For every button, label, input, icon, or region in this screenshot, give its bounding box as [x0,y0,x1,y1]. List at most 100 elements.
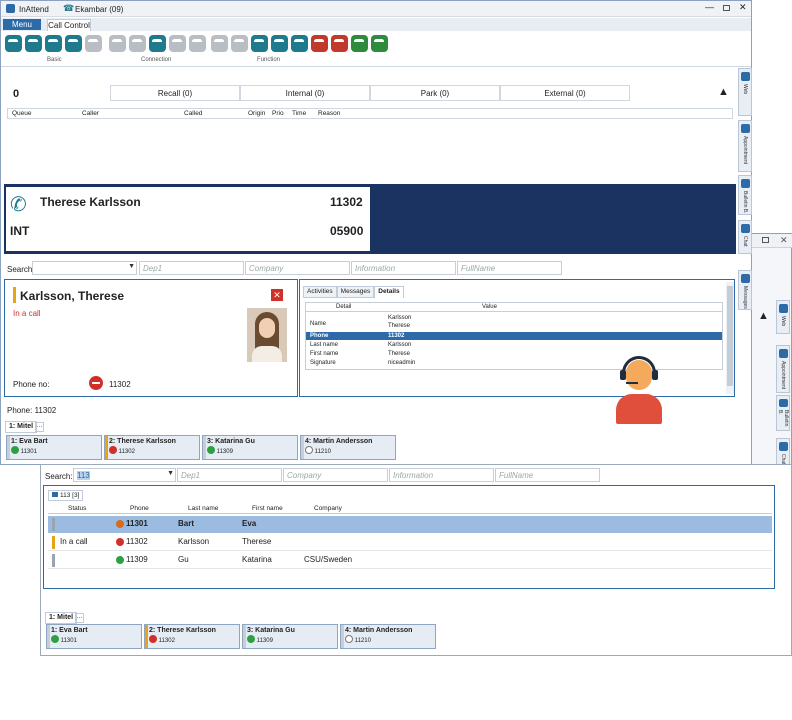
intrude-icon[interactable] [371,35,388,52]
side-tab-web[interactable]: Web [738,68,752,116]
table-row[interactable]: In a call 11302 Karlsson Therese [48,534,772,551]
search-input[interactable]: ▼ [32,261,137,275]
tab-messages[interactable]: Messages [336,286,375,298]
scrollbar[interactable] [726,282,734,394]
side-tab-chat[interactable]: Chat [738,220,752,254]
col-status[interactable]: Status [68,505,86,512]
extension-button[interactable]: 2: Therese Karlsson 11302 [144,624,240,649]
up-arrow-icon[interactable]: ▲ [758,310,769,322]
row-status-bar [52,554,55,567]
maximize-icon[interactable] [723,5,730,11]
close-icon[interactable]: ✕ [780,235,788,246]
extension-button[interactable]: 2: Therese Karlsson 11302 [104,435,200,460]
col-reason[interactable]: Reason [318,110,340,117]
tab-details[interactable]: Details [374,286,404,298]
col-last-name[interactable]: Last name [188,505,218,512]
extension-tab[interactable]: Ekambar (09) [75,5,123,14]
queue-external-button[interactable]: External (0) [500,85,630,101]
back-side-tab-bulletin[interactable]: Bulletin B. [776,395,790,431]
extension-button[interactable]: 1: Eva Bart 11301 [6,435,102,460]
col-first-name[interactable]: First name [252,505,283,512]
extension-button[interactable]: 4: Martin Andersson 11210 [300,435,396,460]
front-dep-field[interactable]: Dep1 [177,468,282,482]
tab-activities[interactable]: Activities [303,286,337,298]
col-prio[interactable]: Prio [272,110,284,117]
ab-icon[interactable] [109,35,126,52]
row-phone[interactable]: 11301 [126,519,148,528]
col-origin[interactable]: Origin [248,110,265,117]
dropdown-icon[interactable]: ▼ [128,263,135,270]
extension-button[interactable]: 3: Katarina Gu 11309 [242,624,338,649]
col-phone[interactable]: Phone [130,505,149,512]
conference-icon[interactable] [251,35,268,52]
col-company[interactable]: Company [314,505,342,512]
tab-call-control[interactable]: Call Control [47,19,91,31]
side-tab-appointment[interactable]: Appointment [738,120,752,172]
row-phone[interactable]: 11309 [126,555,148,564]
park-icon[interactable] [211,35,228,52]
information-field[interactable]: Information [351,261,456,275]
col-value[interactable]: Value [482,304,497,310]
company-field[interactable]: Company [245,261,350,275]
col-caller[interactable]: Caller [82,110,99,117]
queue-internal-button[interactable]: Internal (0) [240,85,370,101]
pickup-icon[interactable] [231,35,248,52]
join-icon[interactable] [189,35,206,52]
up-arrow-icon[interactable]: ▲ [718,86,729,98]
table-row[interactable]: 11309 Gu Katarina CSU/Sweden [48,552,772,569]
col-detail[interactable]: Detail [336,304,351,310]
split-icon[interactable] [169,35,186,52]
back-side-tab-web[interactable]: Web [776,300,790,334]
col-time[interactable]: Time [292,110,306,117]
forward-icon[interactable] [271,35,288,52]
side-tab-bulletin-label: Bulletin B. [742,191,748,214]
front-add-tab-button[interactable]: … [75,613,84,623]
minimize-icon[interactable]: — [705,2,714,12]
operator-body [616,394,662,424]
front-mitel-tab[interactable]: 1: Mitel [45,612,78,624]
do-not-disturb-icon[interactable] [331,35,348,52]
front-fullname-field[interactable]: FullName [495,468,600,482]
mitel-tab[interactable]: 1: Mitel [5,421,38,433]
contact-phone[interactable]: 11302 [109,380,131,389]
app-tab[interactable]: InAttend [19,5,49,14]
extension-button[interactable]: 1: Eva Bart 11301 [46,624,142,649]
answer-icon[interactable] [5,35,22,52]
connect-icon[interactable] [149,35,166,52]
front-search-input[interactable]: 113 ▼ [73,468,176,482]
details-row-selected[interactable] [306,332,722,340]
side-tab-bulletin[interactable]: Bulletin B. [738,175,752,215]
dropdown-icon[interactable]: ▼ [167,470,174,477]
row-phone[interactable]: 11302 [126,537,148,546]
back-side-tab-appointment[interactable]: Appointment [776,345,790,393]
side-tab-messages[interactable]: Messages [738,270,752,310]
queue-park-button[interactable]: Park (0) [370,85,500,101]
transfer-icon[interactable] [45,35,62,52]
front-information-field[interactable]: Information [389,468,494,482]
callback-icon[interactable] [291,35,308,52]
table-row[interactable]: 11301 Bart Eva [48,516,772,533]
hangup-icon[interactable] [85,35,102,52]
close-contact-icon[interactable]: ✕ [271,289,283,301]
scrollbar-thumb[interactable] [727,286,733,386]
extension-button[interactable]: 3: Katarina Gu 11309 [202,435,298,460]
tab-menu[interactable]: Menu [3,19,41,30]
function-group [211,35,401,55]
record-icon[interactable] [351,35,368,52]
close-icon[interactable]: ✕ [739,2,747,13]
add-tab-button[interactable]: … [35,422,44,432]
extension-button[interactable]: 4: Martin Andersson 11210 [340,624,436,649]
queue-recall-button[interactable]: Recall (0) [110,85,240,101]
results-tab[interactable]: 113 [3] [48,490,84,501]
front-company-field[interactable]: Company [283,468,388,482]
fullname-field[interactable]: FullName [457,261,562,275]
col-called[interactable]: Called [184,110,202,117]
hold-icon[interactable] [65,35,82,52]
dep-field[interactable]: Dep1 [139,261,244,275]
maximize-icon[interactable] [762,237,769,243]
dialpad-icon[interactable] [25,35,42,52]
a-icon[interactable] [129,35,146,52]
contact-name: Karlsson, Therese [20,289,125,303]
block-icon[interactable] [311,35,328,52]
col-queue[interactable]: Queue [12,110,32,117]
